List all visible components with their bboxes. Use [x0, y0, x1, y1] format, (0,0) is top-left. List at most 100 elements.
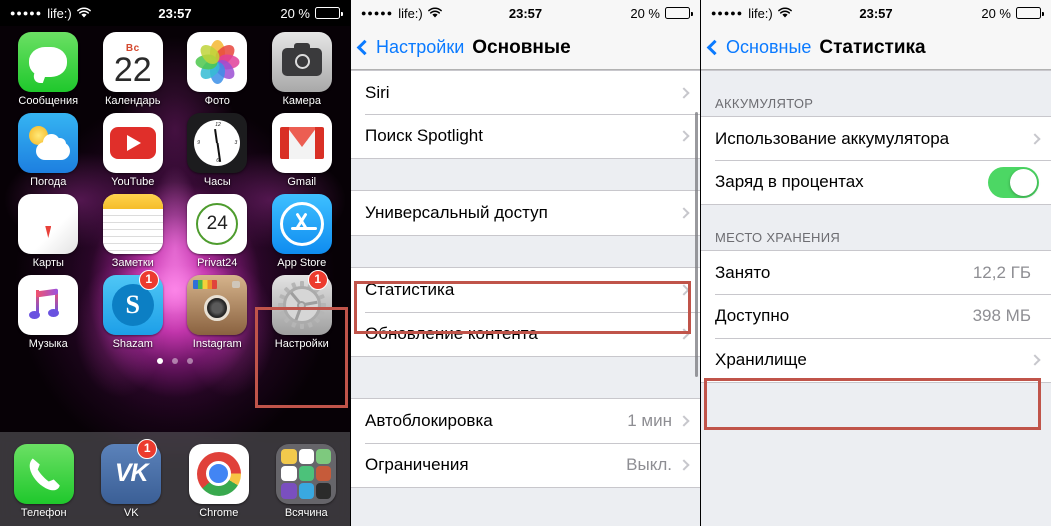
app-calendar[interactable]: Вс 22 Календарь [94, 32, 172, 107]
app-icon-grid: Сообщения Вс 22 Календарь Фото Камера По… [0, 26, 350, 356]
app-messages[interactable]: Сообщения [9, 32, 87, 107]
app-maps[interactable]: Карты [9, 194, 87, 269]
list-row-restrictions[interactable]: Ограничения Выкл. [351, 443, 700, 487]
row-label: Занято [715, 262, 771, 282]
app-label: Телефон [20, 506, 67, 519]
app-row: Погода YouTube 12 3 6 9 Часы Gmail [6, 113, 344, 188]
list-row-background-app-refresh[interactable]: Обновление контента [351, 312, 700, 356]
messages-icon [18, 32, 79, 92]
row-label: Обновление контента [365, 324, 538, 343]
group-separator [351, 487, 700, 499]
row-label: Заряд в процентах [715, 172, 864, 191]
group-separator [351, 235, 700, 268]
row-value: Выкл. [626, 455, 672, 474]
maps-icon [18, 194, 79, 254]
list-row-accessibility[interactable]: Универсальный доступ [351, 191, 700, 235]
row-value: 12,2 ГБ [972, 262, 1031, 282]
weather-icon [18, 113, 79, 173]
calendar-day: 22 [113, 50, 152, 89]
app-privat24[interactable]: 24 Privat24 [178, 194, 256, 269]
notes-icon [102, 194, 163, 254]
privat24-number: 24 [196, 203, 239, 245]
app-label: Сообщения [18, 95, 79, 107]
row-label: Универсальный доступ [365, 203, 548, 222]
scrollbar-indicator[interactable] [695, 112, 698, 377]
app-notes[interactable]: Заметки [94, 194, 172, 269]
app-gmail[interactable]: Gmail [263, 113, 341, 188]
battery-icon [315, 7, 343, 19]
badge-count: 1 [307, 270, 328, 290]
camera-icon [271, 32, 332, 92]
row-label: Использование аккумулятора [715, 128, 950, 148]
page-dot[interactable] [157, 358, 163, 364]
app-clock[interactable]: 12 3 6 9 Часы [178, 113, 256, 188]
list-row-siri[interactable]: Siri [351, 70, 700, 114]
general-settings-panel: ●●●●● life:) 23:57 20 % Настройки Основн… [350, 0, 700, 526]
battery-percent-label: 20 % [630, 5, 660, 21]
app-label: App Store [277, 257, 327, 269]
list-row-usage[interactable]: Статистика [351, 268, 700, 312]
app-store-icon [271, 194, 332, 254]
navigation-bar-general: Настройки Основные [351, 26, 700, 70]
app-settings[interactable]: 1 Настройки [263, 270, 341, 350]
row-label: Статистика [365, 280, 455, 299]
page-dot[interactable] [172, 358, 178, 364]
page-indicator-dots [0, 358, 350, 364]
toggle-switch-battery-percentage[interactable] [988, 166, 1039, 198]
list-row-spotlight-search[interactable]: Поиск Spotlight [351, 114, 700, 158]
status-bar-right: 20 % [981, 6, 1044, 21]
app-app-store[interactable]: App Store [263, 194, 341, 269]
chevron-right-icon [678, 459, 690, 471]
chevron-right-icon [678, 328, 690, 340]
status-bar-right: 20 % [280, 6, 343, 21]
app-label: Камера [282, 95, 321, 107]
row-label: Доступно [715, 306, 790, 325]
app-label: Shazam [112, 338, 153, 350]
app-label: YouTube [111, 176, 155, 188]
list-row-used-storage: Занято 12,2 ГБ [701, 250, 1051, 294]
app-shazam[interactable]: S 1 Shazam [94, 270, 172, 350]
page-title: Статистика [819, 36, 926, 58]
chevron-right-icon [678, 415, 690, 427]
back-button-settings[interactable]: Настройки [356, 37, 464, 58]
row-label: Автоблокировка [365, 411, 493, 430]
app-label: Погода [30, 176, 67, 188]
row-value: 398 МБ [972, 306, 1031, 325]
list-row-battery-percentage[interactable]: Заряд в процентах [701, 160, 1051, 204]
calendar-icon: Вс 22 [102, 32, 163, 92]
chevron-left-icon [356, 39, 373, 56]
section-header-storage: МЕСТО ХРАНЕНИЯ [701, 204, 1051, 250]
battery-icon [665, 7, 693, 19]
list-row-auto-lock[interactable]: Автоблокировка 1 мин [351, 399, 700, 443]
dock-item-vk[interactable]: VK 1 VK [92, 438, 170, 519]
general-settings-list[interactable]: Siri Поиск Spotlight Универсальный досту… [351, 70, 700, 526]
three-phone-screenshots: ●●●●● life:) 23:57 20 % Сообщения Вс 22 … [0, 0, 1051, 526]
dock-item-folder[interactable]: Всячина [267, 443, 345, 519]
dock-item-phone[interactable]: Телефон [5, 443, 83, 519]
page-title: Основные [472, 36, 571, 58]
list-row-manage-storage[interactable]: Хранилище [701, 338, 1051, 382]
app-row: Музыка S 1 Shazam Instagram 1 Настройки [6, 270, 344, 350]
list-row-battery-usage[interactable]: Использование аккумулятора [701, 116, 1051, 160]
chevron-right-icon [678, 86, 690, 99]
gmail-icon [271, 113, 332, 173]
app-photos[interactable]: Фото [178, 32, 256, 107]
clock-icon: 12 3 6 9 [187, 113, 248, 173]
app-music[interactable]: Музыка [9, 275, 87, 350]
app-camera[interactable]: Камера [263, 32, 341, 107]
app-label: Часы [203, 176, 231, 188]
chevron-right-icon [678, 207, 690, 219]
app-weather[interactable]: Погода [9, 113, 87, 188]
list-empty-area [701, 382, 1051, 383]
dock-item-chrome[interactable]: Chrome [180, 443, 258, 519]
app-youtube[interactable]: YouTube [94, 113, 172, 188]
back-button-general[interactable]: Основные [706, 37, 811, 58]
page-dot[interactable] [187, 358, 193, 364]
group-separator [351, 158, 700, 191]
row-label: Siri [365, 82, 390, 102]
status-bar-general: ●●●●● life:) 23:57 20 % [351, 0, 700, 26]
app-label: Фото [204, 95, 230, 107]
usage-settings-list[interactable]: АККУМУЛЯТОР Использование аккумулятора З… [701, 70, 1051, 526]
row-label: Хранилище [715, 350, 807, 369]
app-instagram[interactable]: Instagram [178, 275, 256, 350]
